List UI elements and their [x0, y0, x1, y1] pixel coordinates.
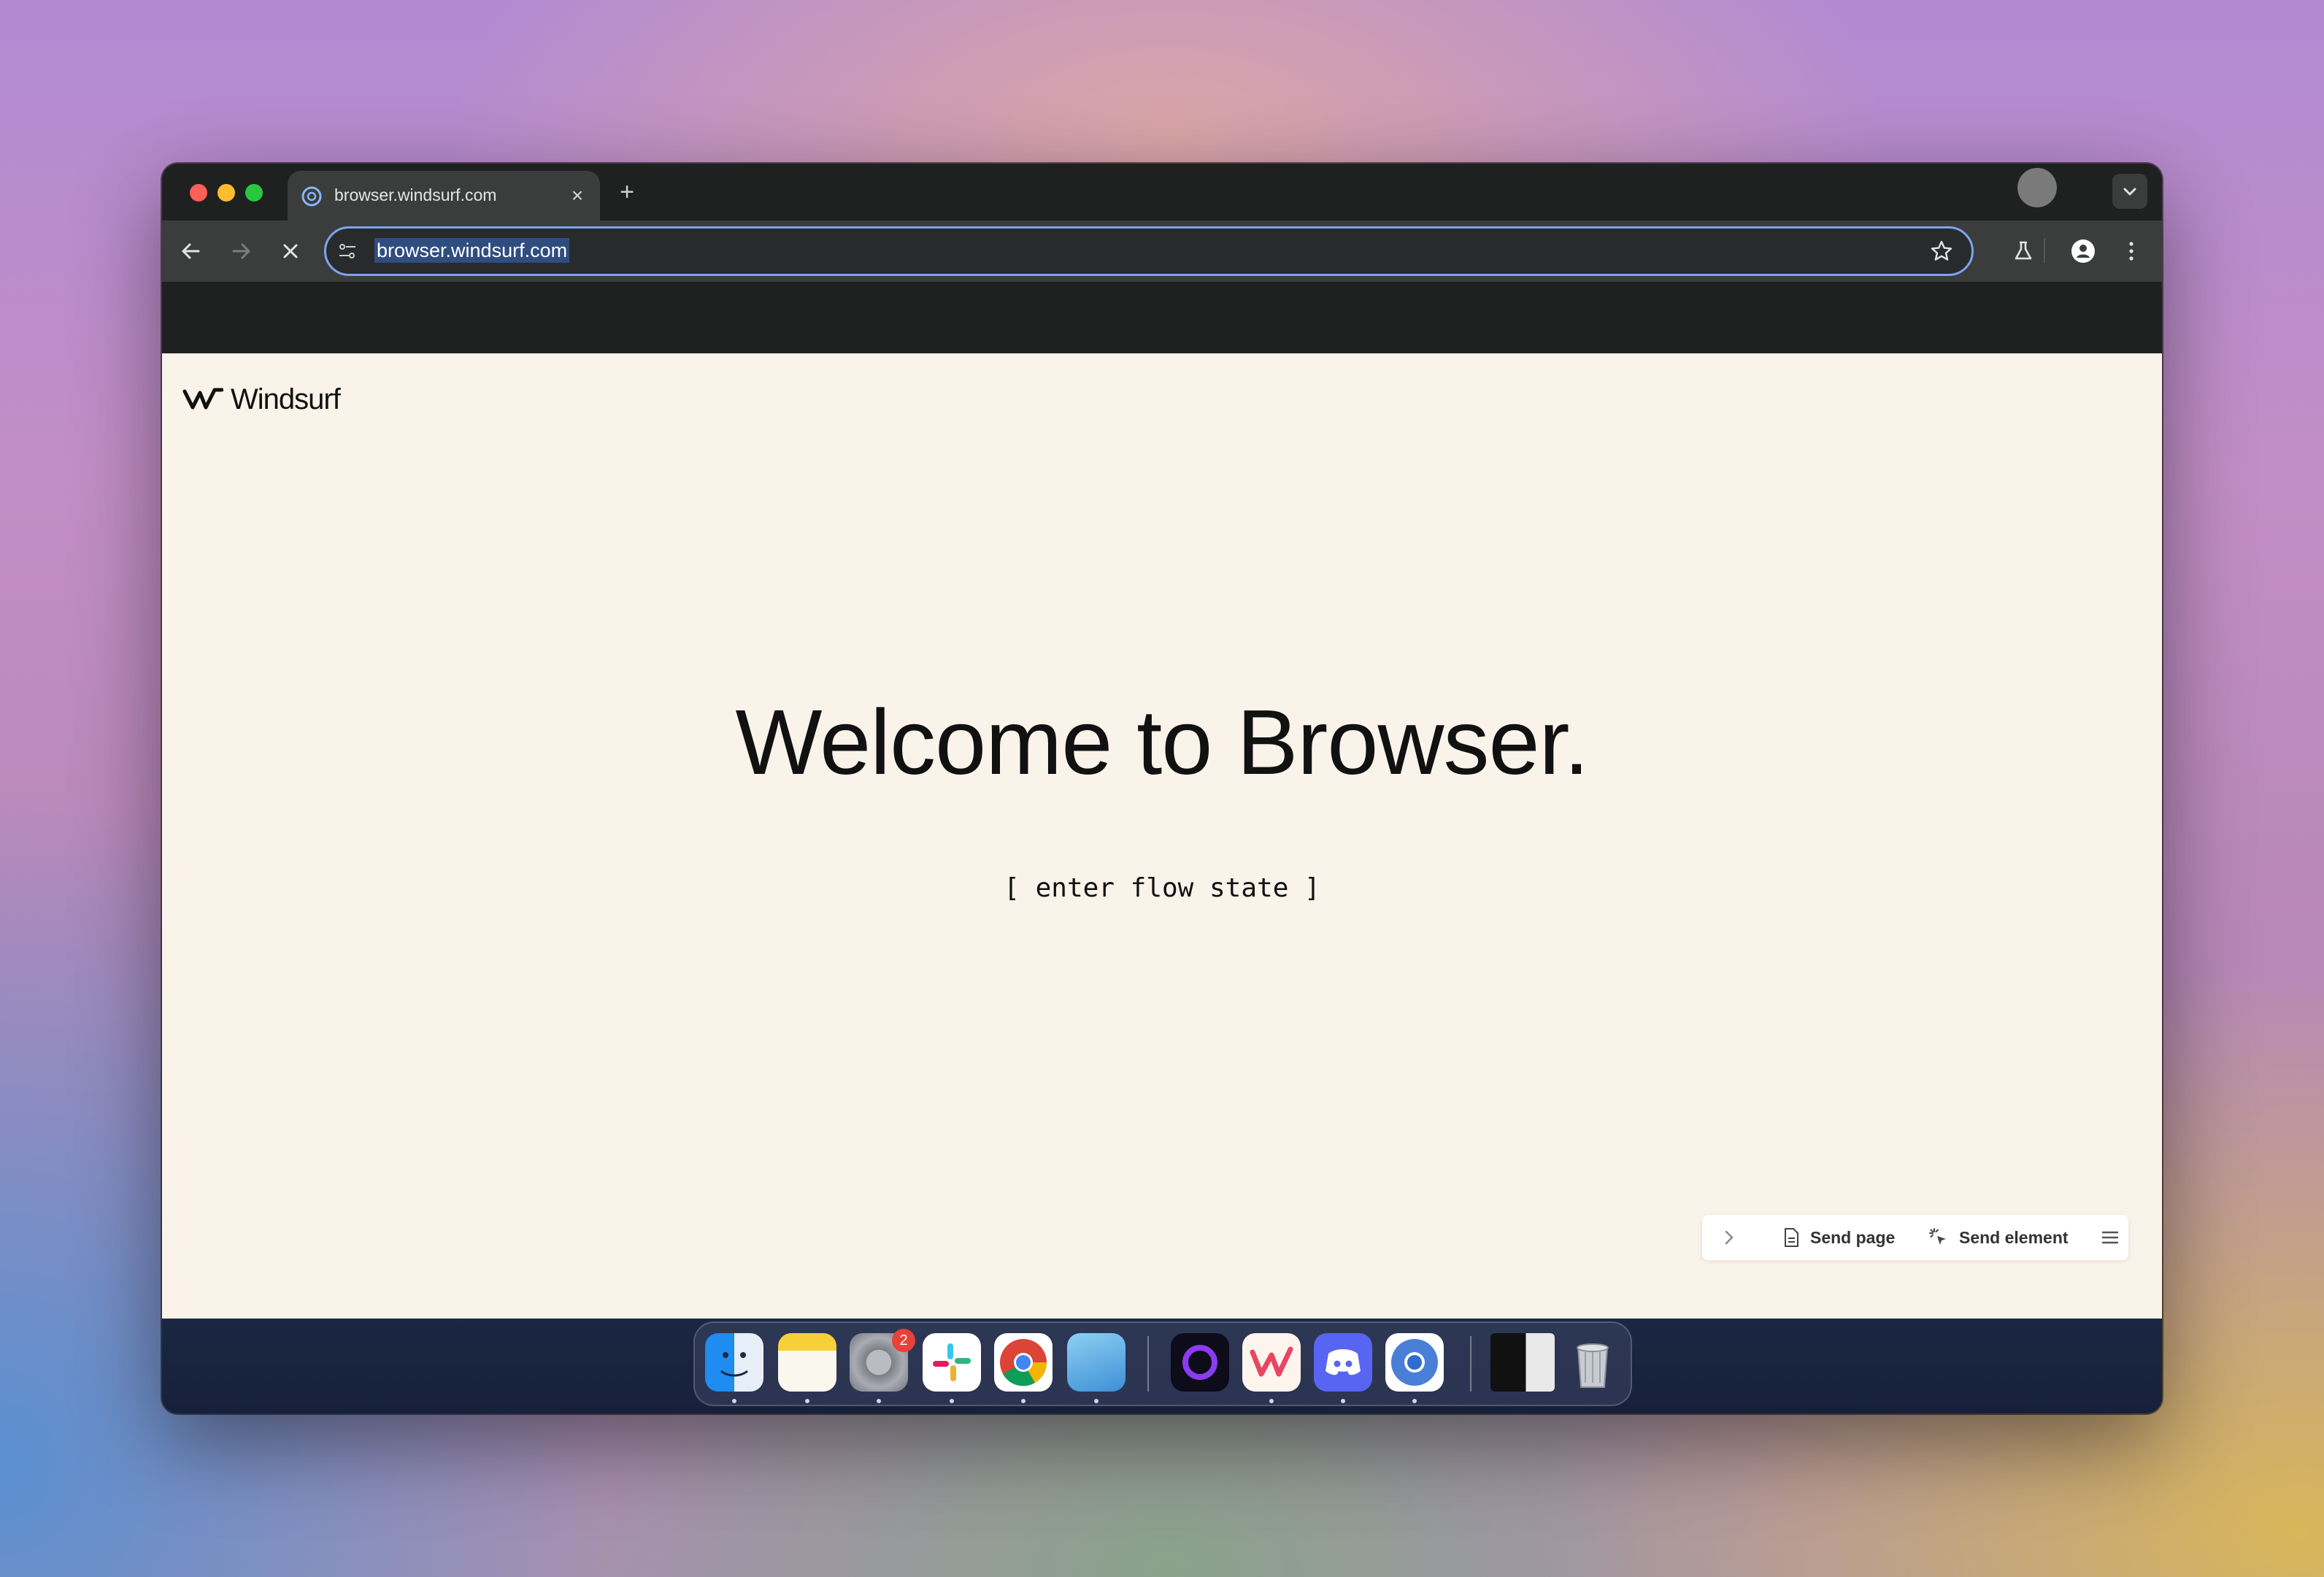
url-text[interactable]: browser.windsurf.com [374, 238, 570, 263]
dock: 2 [693, 1321, 1632, 1406]
slack-logo-icon [933, 1343, 971, 1381]
document-icon [1785, 1228, 1798, 1247]
running-indicator [877, 1399, 881, 1403]
address-bar[interactable]: browser.windsurf.com [324, 226, 1974, 276]
tab-title: browser.windsurf.com [334, 185, 497, 204]
page-title: Welcome to Browser. [735, 691, 1589, 794]
windsurf-app-icon [1250, 1346, 1293, 1377]
windsurf-mark-icon [182, 388, 223, 410]
running-indicator [950, 1399, 954, 1403]
running-indicator [805, 1399, 809, 1403]
send-toolbar: Send page Send element [1702, 1215, 2128, 1260]
stop-loading-icon[interactable] [274, 235, 307, 267]
orb-ring-icon [1182, 1345, 1217, 1380]
profile-avatar[interactable] [2017, 168, 2057, 207]
site-settings-icon[interactable] [336, 240, 358, 262]
loading-favicon-icon [301, 186, 322, 207]
running-indicator [732, 1399, 736, 1403]
back-arrow-icon[interactable] [175, 235, 207, 267]
send-page-button[interactable]: Send page [1782, 1215, 1895, 1260]
labs-flask-icon[interactable] [2007, 235, 2039, 267]
trash-icon[interactable] [1563, 1333, 1622, 1392]
profile-icon[interactable] [2067, 235, 2099, 267]
desktop-strip: 2 [162, 1319, 2162, 1413]
finder-icon[interactable] [705, 1333, 763, 1392]
discord-logo-icon [1325, 1349, 1361, 1375]
close-tab-icon[interactable]: × [566, 185, 588, 207]
page-tagline: [ enter flow state ] [1004, 873, 1320, 903]
bookmark-star-icon[interactable] [1929, 239, 1954, 264]
bookmark-bar [162, 282, 2162, 353]
dock-divider [1147, 1336, 1149, 1392]
chrome-logo-icon [1000, 1339, 1047, 1386]
chevron-down-icon [2123, 188, 2136, 196]
new-tab-button[interactable]: + [615, 180, 639, 204]
send-page-label: Send page [1810, 1227, 1896, 1247]
toolbar: browser.windsurf.com [162, 220, 2162, 282]
trash-can-icon [1577, 1343, 1609, 1388]
forward-arrow-icon[interactable] [225, 235, 257, 267]
orb-icon[interactable] [1171, 1333, 1229, 1392]
minimize-window-button[interactable] [218, 184, 235, 202]
dock-divider [1470, 1336, 1471, 1392]
zoom-window-button[interactable] [245, 184, 263, 202]
browser-window: browser.windsurf.com × + browser.windsur… [162, 164, 2162, 1413]
chrome-icon[interactable] [994, 1333, 1053, 1392]
tab-strip: browser.windsurf.com × + [162, 164, 2162, 220]
notes-icon[interactable] [778, 1333, 836, 1392]
tab-windsurf[interactable]: browser.windsurf.com × [288, 171, 600, 220]
page-content: Windsurf Welcome to Browser. [ enter flo… [162, 353, 2162, 1319]
close-window-button[interactable] [190, 184, 207, 202]
chromium-icon[interactable] [1385, 1333, 1444, 1392]
windsurf-logo[interactable]: Windsurf [182, 381, 341, 418]
chromium-logo-icon [1391, 1339, 1438, 1386]
brand-name: Windsurf [231, 383, 341, 415]
window-preview[interactable] [1490, 1333, 1555, 1392]
running-indicator [1269, 1399, 1274, 1403]
more-menu-icon[interactable] [2115, 235, 2147, 267]
tab-search-button[interactable] [2112, 174, 2147, 209]
toolbar-divider [2044, 238, 2045, 263]
running-indicator [1021, 1399, 1026, 1403]
hamburger-menu-icon[interactable] [2099, 1227, 2121, 1248]
running-indicator [1094, 1399, 1098, 1403]
notification-badge: 2 [892, 1329, 915, 1352]
element-picker-icon [1929, 1228, 1946, 1245]
send-element-button[interactable]: Send element [1928, 1215, 2069, 1260]
discord-icon[interactable] [1314, 1333, 1372, 1392]
slack-icon[interactable] [923, 1333, 981, 1392]
chevron-right-icon[interactable] [1718, 1227, 1740, 1248]
running-indicator [1412, 1399, 1417, 1403]
windsurf-icon[interactable] [1242, 1333, 1301, 1392]
preview-icon[interactable] [1067, 1333, 1126, 1392]
running-indicator [1341, 1399, 1345, 1403]
finder-face-icon [720, 1352, 748, 1377]
send-element-label: Send element [1959, 1227, 2069, 1247]
